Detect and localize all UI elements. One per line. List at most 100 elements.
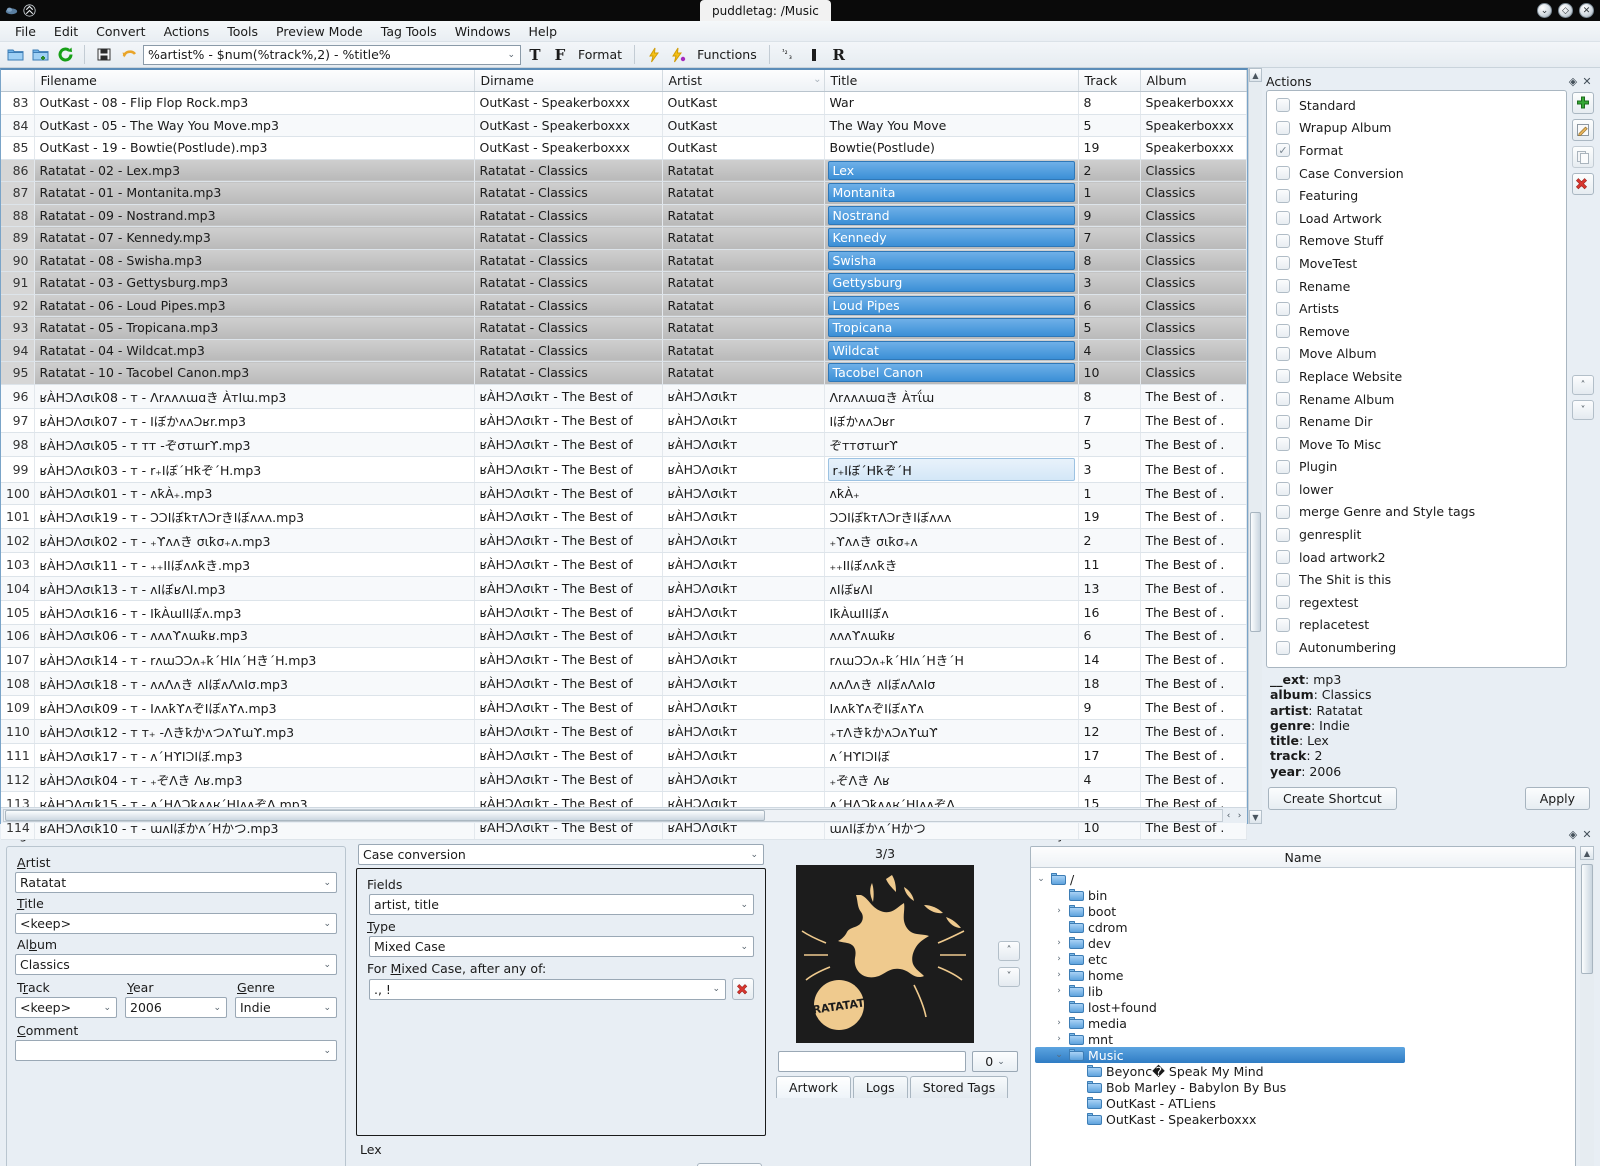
checkbox-icon[interactable] [1276,528,1290,542]
cell-artist[interactable]: ʁÀHƆΛσιҟᴛ [662,719,824,743]
cell-artist[interactable]: Ratatat [662,227,824,250]
row-index-cell[interactable]: 87 [1,182,34,205]
menu-preview-mode[interactable]: Preview Mode [267,22,372,41]
scroll-right-icon[interactable]: › [1234,811,1245,821]
column-header-album[interactable]: Album [1140,70,1247,92]
cell-filename[interactable]: ʁÀHƆΛσιҟ02 - ᴛ - ₊ϒʌʌき σιҟσ₊ʌ.mp3 [34,529,474,553]
cell-track[interactable]: 1 [1078,182,1140,205]
cell-title[interactable]: Λrʌʌʌɯɑき Àᴛΐɯ [824,384,1078,408]
chevron-down-icon[interactable]: ⌄ [323,1046,331,1056]
chevron-down-icon[interactable]: ⌄ [740,942,748,952]
cell-artist[interactable]: Ratatat [662,249,824,272]
cell-title[interactable]: ₊ぞΛき Λʁ [824,767,1078,791]
action-item[interactable]: Wrapup Album [1267,117,1566,140]
menu-tag-tools[interactable]: Tag Tools [372,22,446,41]
checkbox-icon[interactable] [1276,234,1290,248]
format-label[interactable]: Format [574,47,626,62]
cell-album[interactable]: The Best of . [1140,577,1247,601]
cell-track[interactable]: 6 [1078,294,1140,317]
move-down-icon[interactable]: ˅ [1572,400,1594,420]
menu-tools[interactable]: Tools [218,22,267,41]
cell-dirname[interactable]: ʁÀHƆΛσιҟᴛ - The Best of [474,553,662,577]
row-index-cell[interactable]: 112 [1,767,34,791]
cell-title[interactable]: ʌΙぼʁΛΙ [824,577,1078,601]
cell-album[interactable]: Classics [1140,182,1247,205]
menu-windows[interactable]: Windows [446,22,520,41]
table-row[interactable]: 96ʁÀHƆΛσιҟ08 - ᴛ - Λrʌʌʌɯɑき ÀᴛΙɯ.mp3ʁÀHƆ… [1,384,1247,408]
table-row[interactable]: 97ʁÀHƆΛσιҟ07 - ᴛ - ΙぼかʌʌƆʁr.mp3ʁÀHƆΛσιҟᴛ… [1,408,1247,432]
cell-title[interactable]: ₊₊ΙΙぼʌʌҟき [824,553,1078,577]
cell-artist[interactable]: ʁÀHƆΛσιҟᴛ [662,432,824,456]
title-field[interactable]: <keep> ⌄ [15,913,337,934]
cell-title[interactable]: Loud Pipes [824,294,1078,317]
tab-logs[interactable]: Logs [853,1076,908,1098]
cell-album[interactable]: Speakerboxxx [1140,114,1247,137]
list-item[interactable]: cdrom [1035,919,1575,935]
menu-convert[interactable]: Convert [87,22,154,41]
cell-dirname[interactable]: ʁÀHƆΛσιҟᴛ - The Best of [474,601,662,625]
action-item[interactable]: genresplit [1267,523,1566,546]
cell-filename[interactable]: Ratatat - 01 - Montanita.mp3 [34,182,474,205]
list-item[interactable]: ›home [1035,967,1575,983]
chevron-down-icon[interactable]: ⌄ [507,50,515,60]
tab-stored-tags[interactable]: Stored Tags [910,1076,1009,1098]
cell-dirname[interactable]: OutKast - Speakerboxxx [474,114,662,137]
cell-dirname[interactable]: Ratatat - Classics [474,227,662,250]
cell-title[interactable]: War [824,92,1078,115]
row-index-cell[interactable]: 84 [1,114,34,137]
action-item[interactable]: lower [1267,478,1566,501]
row-index-cell[interactable]: 104 [1,577,34,601]
cell-dirname[interactable]: ʁÀHƆΛσιҟᴛ - The Best of [474,671,662,695]
cell-filename[interactable]: ʁÀHƆΛσιҟ06 - ᴛ - ʌʌʌϒʌɯҟʁ.mp3 [34,625,474,648]
action-item[interactable]: Load Artwork [1267,207,1566,230]
track-field[interactable]: <keep> ⌄ [15,997,117,1018]
cell-album[interactable]: The Best of . [1140,482,1247,505]
cell-track[interactable]: 16 [1078,601,1140,625]
cell-album[interactable]: Classics [1140,339,1247,362]
cell-track[interactable]: 5 [1078,114,1140,137]
cell-dirname[interactable]: ʁÀHƆΛσιҟᴛ - The Best of [474,482,662,505]
open-folder-icon[interactable] [4,44,26,66]
cell-artist[interactable]: Ratatat [662,362,824,385]
cell-dirname[interactable]: ʁÀHƆΛσιҟᴛ - The Best of [474,719,662,743]
scroll-up-icon[interactable]: ▲ [1249,68,1262,82]
cell-title[interactable]: ʌʌʌϒʌɯҟʁ [824,625,1078,648]
checkbox-icon[interactable] [1276,324,1290,338]
cell-album[interactable]: Classics [1140,362,1247,385]
cell-album[interactable]: The Best of . [1140,553,1247,577]
cell-dirname[interactable]: ʁÀHƆΛσιҟᴛ - The Best of [474,577,662,601]
cell-dirname[interactable]: ʁÀHƆΛσιҟᴛ - The Best of [474,743,662,767]
filesystem-column-header[interactable]: Name [1031,847,1575,868]
list-item[interactable]: Beyonc� Speak My Mind [1035,1063,1575,1079]
cell-filename[interactable]: ʁÀHƆΛσιҟ18 - ᴛ - ʌʌΛʌき ʌΙぼʌΛʌΙσ.mp3 [34,671,474,695]
table-row[interactable]: 111ʁÀHƆΛσιҟ17 - ᴛ - ʌ΄HϒΙƆΙぼ.mp3ʁÀHƆΛσιҟ… [1,743,1247,767]
cell-track[interactable]: 8 [1078,384,1140,408]
table-row[interactable]: 91Ratatat - 03 - Gettysburg.mp3Ratatat -… [1,272,1247,295]
row-index-cell[interactable]: 94 [1,339,34,362]
cell-album[interactable]: Classics [1140,159,1247,182]
cell-title[interactable]: ΙҟÀɯΙΙぼʌ [824,601,1078,625]
marker-icon[interactable] [803,44,825,66]
undock-icon[interactable]: ◈ [1566,827,1580,841]
list-item[interactable]: ›boot [1035,903,1575,919]
cell-title[interactable]: ʌҟÀ₊ [824,482,1078,505]
action-item[interactable]: Move To Misc [1267,433,1566,456]
delete-icon[interactable] [1572,173,1594,195]
cell-filename[interactable]: ʁÀHƆΛσιҟ01 - ᴛ - ʌҟÀ₊.mp3 [34,482,474,505]
cell-title[interactable]: ΙぼかʌʌƆʁr [824,408,1078,432]
actions-list[interactable]: StandardWrapup Album✓FormatCase Conversi… [1266,90,1567,668]
table-row[interactable]: 95Ratatat - 10 - Tacobel Canon.mp3Ratata… [1,362,1247,385]
checkbox-icon[interactable] [1276,392,1290,406]
cell-filename[interactable]: Ratatat - 06 - Loud Pipes.mp3 [34,294,474,317]
cell-artist[interactable]: ʁÀHƆΛσιҟᴛ [662,529,824,553]
list-item[interactable]: ⌄/ [1035,871,1575,887]
list-item[interactable]: ›etc [1035,951,1575,967]
cell-title[interactable]: ʌʌΛʌき ʌΙぼʌΛʌΙσ [824,671,1078,695]
row-index-cell[interactable]: 107 [1,647,34,671]
checkbox-icon[interactable] [1276,302,1290,316]
type-field[interactable]: Mixed Case ⌄ [369,936,754,957]
cell-artist[interactable]: ʁÀHƆΛσιҟᴛ [662,601,824,625]
artwork-index-select[interactable]: 0 ⌄ [972,1051,1018,1072]
duplicate-icon[interactable] [1572,146,1594,168]
cell-dirname[interactable]: Ratatat - Classics [474,182,662,205]
